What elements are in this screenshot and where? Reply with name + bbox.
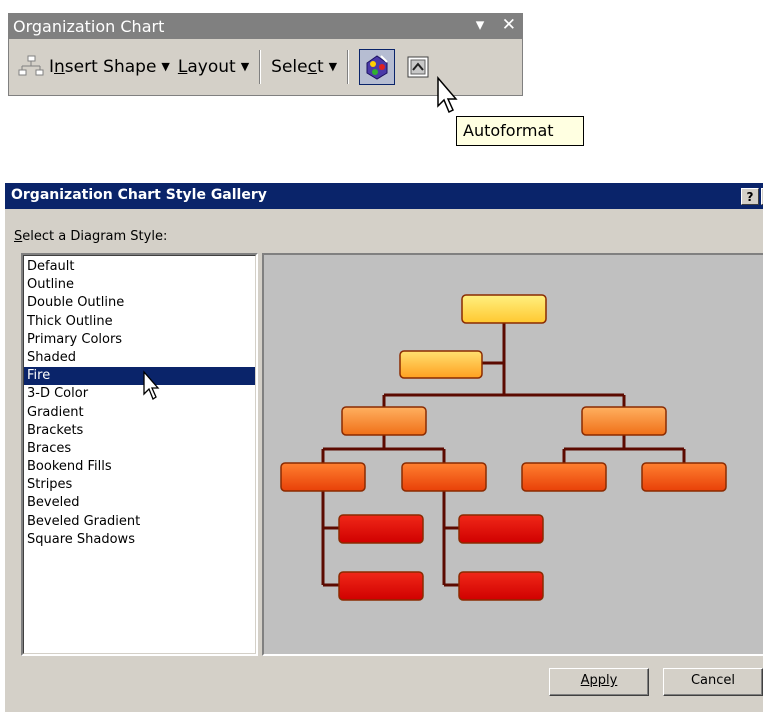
- org-chart-preview-diagram: [280, 294, 727, 601]
- layout-menu-button[interactable]: Layout ▼: [174, 49, 253, 85]
- cancel-button[interactable]: Cancel: [663, 668, 763, 696]
- org-box-level4: [458, 571, 544, 601]
- diagram-style-list[interactable]: Default Outline Double Outline Thick Outlin…: [21, 253, 258, 656]
- style-list-item[interactable]: Stripes: [24, 476, 255, 494]
- insert-shape-icon: [18, 55, 44, 75]
- toolbar-separator: [347, 49, 350, 84]
- style-list-item[interactable]: Primary Colors: [24, 331, 255, 349]
- select-dropdown-icon: ▼: [328, 60, 338, 73]
- autoformat-button[interactable]: [359, 48, 396, 85]
- style-preview: [262, 253, 763, 656]
- style-list-item[interactable]: Shaded: [24, 349, 255, 367]
- insert-shape-dropdown-icon[interactable]: ▼: [161, 60, 169, 73]
- style-list-item[interactable]: Thick Outline: [24, 313, 255, 331]
- style-list-item[interactable]: Brackets: [24, 422, 255, 440]
- style-list-item[interactable]: Gradient: [24, 404, 255, 422]
- style-list-item[interactable]: Default: [24, 258, 255, 276]
- org-box-level4: [338, 571, 424, 601]
- style-list-item[interactable]: Outline: [24, 276, 255, 294]
- toolbar-options-icon[interactable]: ▾: [476, 15, 485, 35]
- org-box-level3: [641, 462, 727, 492]
- connector-lines: [321, 323, 686, 587]
- style-list-item[interactable]: 3-D Color: [24, 385, 255, 403]
- org-box-level4: [458, 514, 544, 544]
- insert-shape-button[interactable]: Insert Shape ▼: [13, 49, 174, 85]
- org-box-level3: [280, 462, 366, 492]
- mouse-pointer-icon: [437, 76, 458, 114]
- toolbar-title-bar[interactable]: Organization Chart ▾ ✕: [9, 14, 522, 39]
- org-box-level3: [521, 462, 607, 492]
- org-box-assistant: [399, 350, 483, 379]
- insert-shape-label: Insert Shape: [49, 56, 157, 77]
- style-list-item[interactable]: Bookend Fills: [24, 458, 255, 476]
- diagram-style-label: Select a Diagram Style:: [14, 229, 168, 244]
- style-list-item[interactable]: Beveled: [24, 494, 255, 512]
- dialog-title: Organization Chart Style Gallery: [11, 187, 267, 203]
- org-box-level3: [401, 462, 487, 492]
- dialog-title-bar[interactable]: Organization Chart Style Gallery: [5, 183, 763, 209]
- list-mouse-pointer-icon: [143, 370, 160, 400]
- help-icon[interactable]: ?: [741, 188, 759, 205]
- style-list-item[interactable]: Beveled Gradient: [24, 513, 255, 531]
- org-box-level2-left: [341, 406, 427, 436]
- style-list-item[interactable]: Double Outline: [24, 294, 255, 312]
- autoformat-tooltip: Autoformat: [456, 116, 584, 146]
- layout-dropdown-icon: ▼: [240, 60, 250, 73]
- toolbar-close-icon[interactable]: ✕: [502, 15, 516, 35]
- toolbar-title: Organization Chart: [13, 17, 165, 36]
- org-box-level4: [338, 514, 424, 544]
- select-menu-button[interactable]: Select ▼: [267, 49, 341, 85]
- apply-button[interactable]: Apply: [549, 668, 649, 696]
- select-label: Select: [271, 56, 324, 77]
- toolbar-separator: [259, 49, 262, 84]
- style-list-item[interactable]: Square Shadows: [24, 531, 255, 549]
- autoformat-icon: [366, 54, 388, 80]
- layout-label: Layout: [177, 56, 236, 77]
- fit-text-button[interactable]: [403, 52, 433, 82]
- org-box-level2-right: [581, 406, 667, 436]
- style-list-item[interactable]: Fire: [24, 367, 255, 386]
- org-box-top: [461, 294, 547, 324]
- fit-text-icon: [407, 56, 429, 77]
- style-list-item[interactable]: Braces: [24, 440, 255, 458]
- style-gallery-dialog: Organization Chart Style Gallery ? ✕ Sel…: [4, 182, 763, 712]
